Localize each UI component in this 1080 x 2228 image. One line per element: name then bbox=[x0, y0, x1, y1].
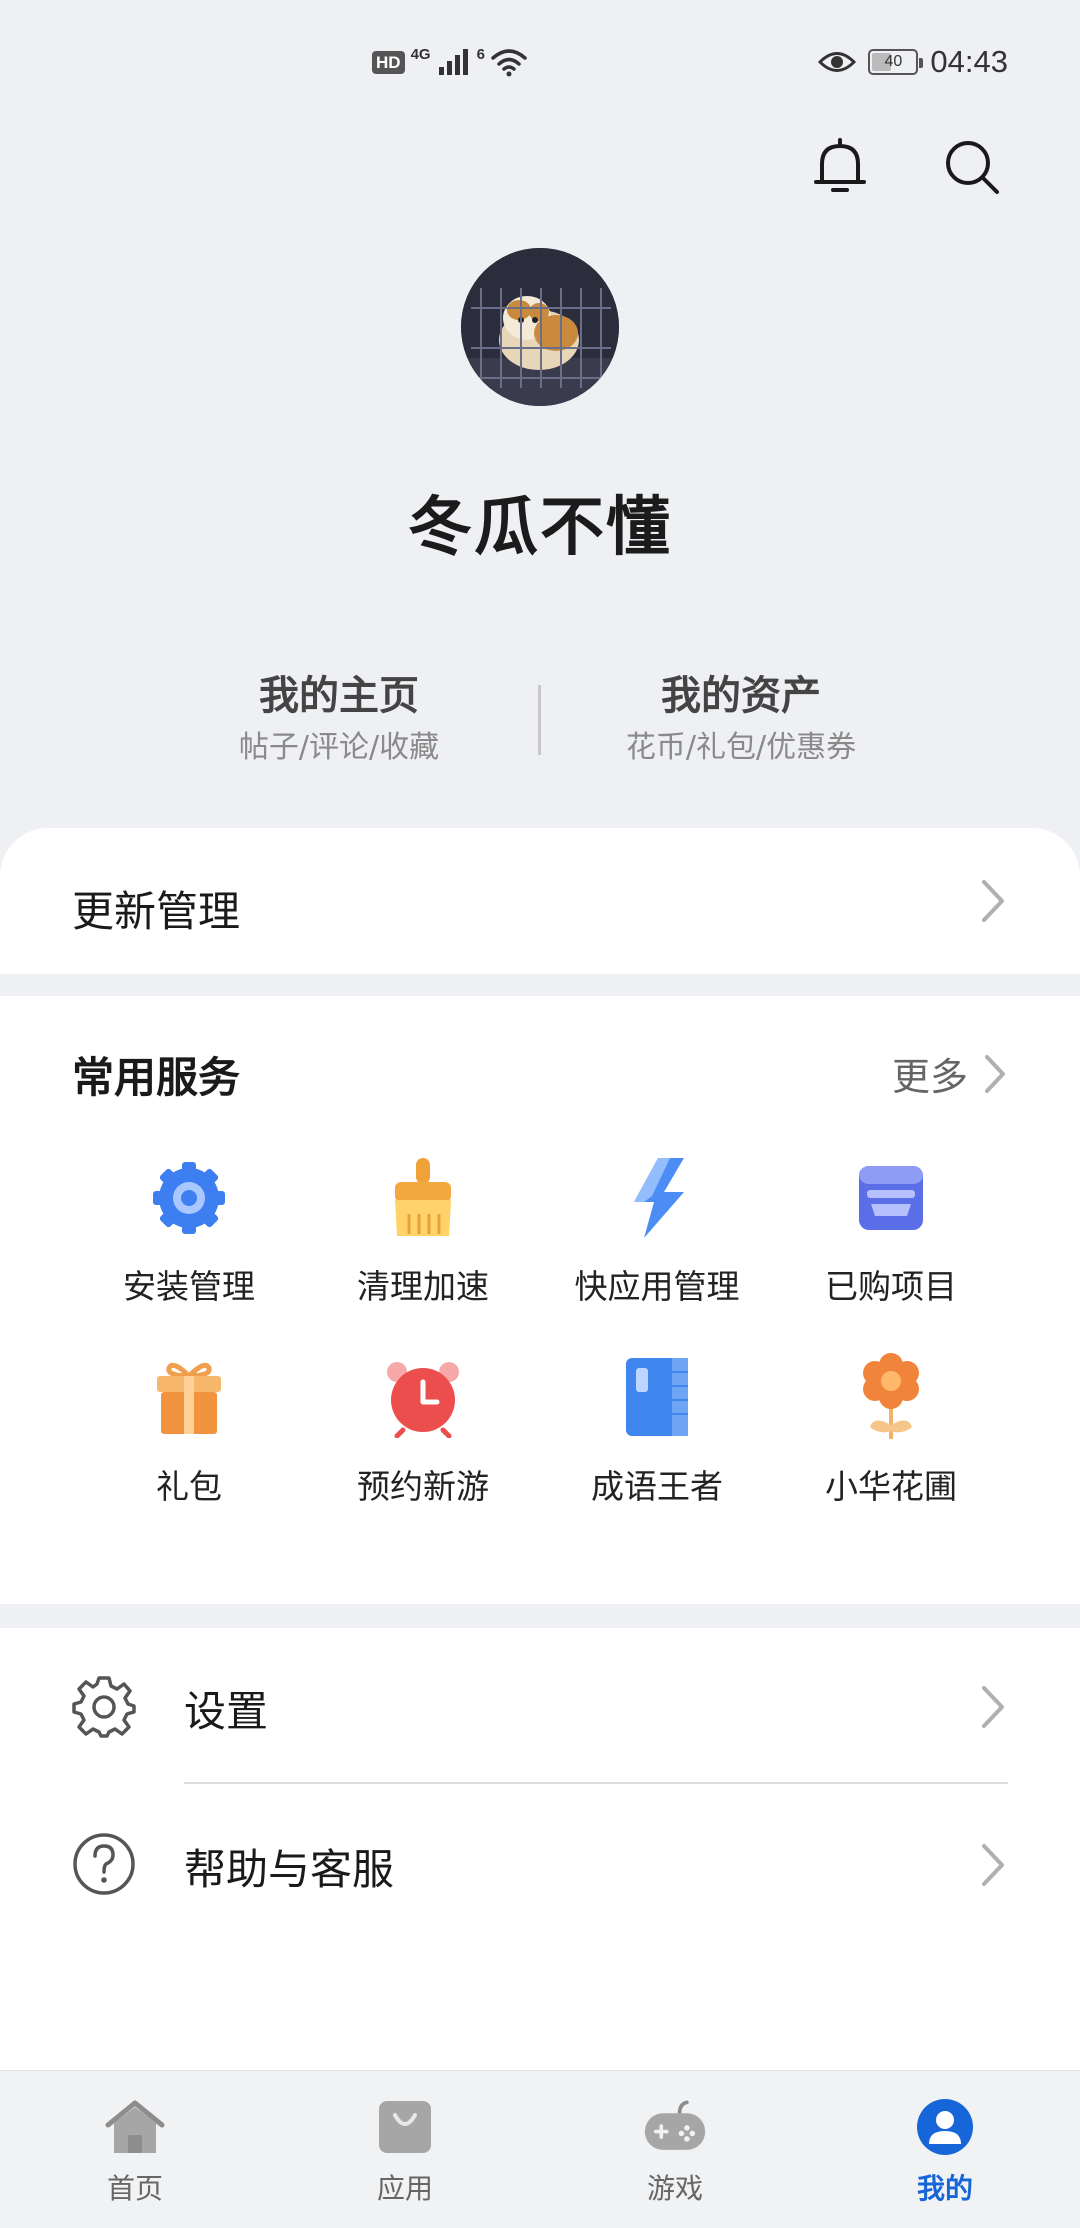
common-services-card: 常用服务 更多 安装管理 清理加速 快应用管理 已购项目 礼包 预约新游 成语王… bbox=[0, 996, 1080, 1604]
avatar[interactable] bbox=[461, 248, 619, 406]
service-gift-pack[interactable]: 礼包 bbox=[72, 1356, 306, 1508]
my-homepage-title: 我的主页 bbox=[259, 673, 419, 719]
chevron-right-icon bbox=[985, 1054, 1005, 1093]
help-question-icon bbox=[73, 1833, 135, 1895]
divider bbox=[184, 1782, 1008, 1784]
profile-icon bbox=[913, 2097, 977, 2157]
chevron-right-icon bbox=[982, 1844, 1004, 1886]
service-label: 清理加速 bbox=[357, 1267, 489, 1306]
nav-apps[interactable]: 应用 bbox=[270, 2071, 540, 2228]
my-assets-link[interactable]: 我的资产 花币/礼包/优惠券 bbox=[561, 665, 921, 769]
flower-icon bbox=[849, 1353, 933, 1440]
service-idiom-king[interactable]: 成语王者 bbox=[540, 1356, 774, 1508]
my-homepage-subtitle: 帖子/评论/收藏 bbox=[238, 730, 440, 765]
update-management-label: 更新管理 bbox=[72, 887, 241, 936]
alarm-clock-icon bbox=[381, 1356, 465, 1440]
settings-gear-icon bbox=[72, 1676, 136, 1738]
settings-card: 设置 帮助与客服 bbox=[0, 1628, 1080, 2070]
service-flower-garden[interactable]: 小华花圃 bbox=[774, 1353, 1008, 1508]
update-management-row[interactable]: 更新管理 bbox=[0, 828, 1080, 974]
gamepad-icon bbox=[643, 2097, 707, 2157]
my-assets-subtitle: 花币/礼包/优惠券 bbox=[625, 730, 857, 765]
status-time: 04:43 bbox=[930, 44, 1008, 79]
battery-level: 40 bbox=[884, 53, 903, 70]
settings-label: 设置 bbox=[184, 1687, 269, 1736]
book-icon bbox=[615, 1356, 699, 1440]
service-clean-accelerate[interactable]: 清理加速 bbox=[306, 1156, 540, 1308]
nav-games[interactable]: 游戏 bbox=[540, 2071, 810, 2228]
service-label: 成语王者 bbox=[591, 1467, 723, 1506]
search-button[interactable] bbox=[940, 135, 1004, 199]
nav-label: 我的 bbox=[916, 2172, 973, 2205]
profile-links: 我的主页 帖子/评论/收藏 我的资产 花币/礼包/优惠券 bbox=[0, 665, 1080, 775]
service-purchased-items[interactable]: 已购项目 bbox=[774, 1156, 1008, 1308]
settings-row[interactable]: 设置 bbox=[0, 1628, 1080, 1784]
gear-install-icon bbox=[147, 1156, 231, 1240]
service-quick-app-management[interactable]: 快应用管理 bbox=[540, 1156, 774, 1308]
purchased-box-icon bbox=[849, 1156, 933, 1240]
service-reserve-new-games[interactable]: 预约新游 bbox=[306, 1356, 540, 1508]
status-left: HD 4G 6 bbox=[372, 42, 527, 82]
nav-label: 首页 bbox=[106, 2172, 163, 2205]
help-service-row[interactable]: 帮助与客服 bbox=[0, 1786, 1080, 1942]
battery-icon: 40 bbox=[868, 49, 924, 75]
service-label: 已购项目 bbox=[825, 1267, 957, 1306]
bell-icon bbox=[814, 138, 866, 192]
service-label: 小华花圃 bbox=[825, 1467, 957, 1506]
notifications-button[interactable] bbox=[808, 135, 872, 199]
gift-icon bbox=[147, 1356, 231, 1440]
signal-icon bbox=[438, 49, 468, 75]
wifi-icon bbox=[491, 49, 527, 77]
username: 冬瓜不懂 bbox=[408, 491, 672, 565]
service-label: 礼包 bbox=[156, 1467, 222, 1506]
service-label: 安装管理 bbox=[123, 1267, 255, 1306]
services-more-button[interactable]: 更多 bbox=[892, 1046, 1008, 1101]
nav-label: 游戏 bbox=[646, 2172, 703, 2205]
network-type-label: 4G bbox=[410, 45, 431, 63]
app-store-bag-icon bbox=[373, 2097, 437, 2157]
help-service-label: 帮助与客服 bbox=[184, 1845, 395, 1894]
my-homepage-link[interactable]: 我的主页 帖子/评论/收藏 bbox=[159, 665, 519, 769]
lightning-icon bbox=[615, 1156, 699, 1240]
service-label: 预约新游 bbox=[357, 1467, 489, 1506]
chevron-right-icon bbox=[982, 880, 1004, 922]
more-label: 更多 bbox=[891, 1055, 968, 1099]
services-title: 常用服务 bbox=[72, 1053, 241, 1102]
broom-icon bbox=[381, 1156, 465, 1240]
services-grid: 安装管理 清理加速 快应用管理 已购项目 礼包 预约新游 成语王者 小华花圃 bbox=[72, 1156, 1008, 1508]
search-icon bbox=[946, 141, 999, 194]
my-assets-title: 我的资产 bbox=[661, 673, 821, 719]
nav-label: 应用 bbox=[376, 2172, 433, 2205]
profile-links-divider bbox=[538, 685, 541, 755]
avatar-photo bbox=[461, 248, 619, 406]
chevron-right-icon bbox=[982, 1686, 1004, 1728]
nav-me[interactable]: 我的 bbox=[810, 2071, 1080, 2228]
nav-home[interactable]: 首页 bbox=[0, 2071, 270, 2228]
home-icon bbox=[103, 2097, 167, 2157]
service-install-management[interactable]: 安装管理 bbox=[72, 1156, 306, 1308]
hd-icon: HD bbox=[372, 50, 405, 74]
status-bar: HD 4G 6 40 04:43 bbox=[0, 0, 1080, 125]
wifi-standard-label: 6 bbox=[476, 45, 485, 63]
eye-comfort-icon bbox=[818, 52, 857, 72]
bottom-nav: 首页 应用 游戏 我的 bbox=[0, 2070, 1080, 2228]
status-right: 40 04:43 bbox=[818, 40, 1008, 84]
service-label: 快应用管理 bbox=[574, 1267, 740, 1306]
